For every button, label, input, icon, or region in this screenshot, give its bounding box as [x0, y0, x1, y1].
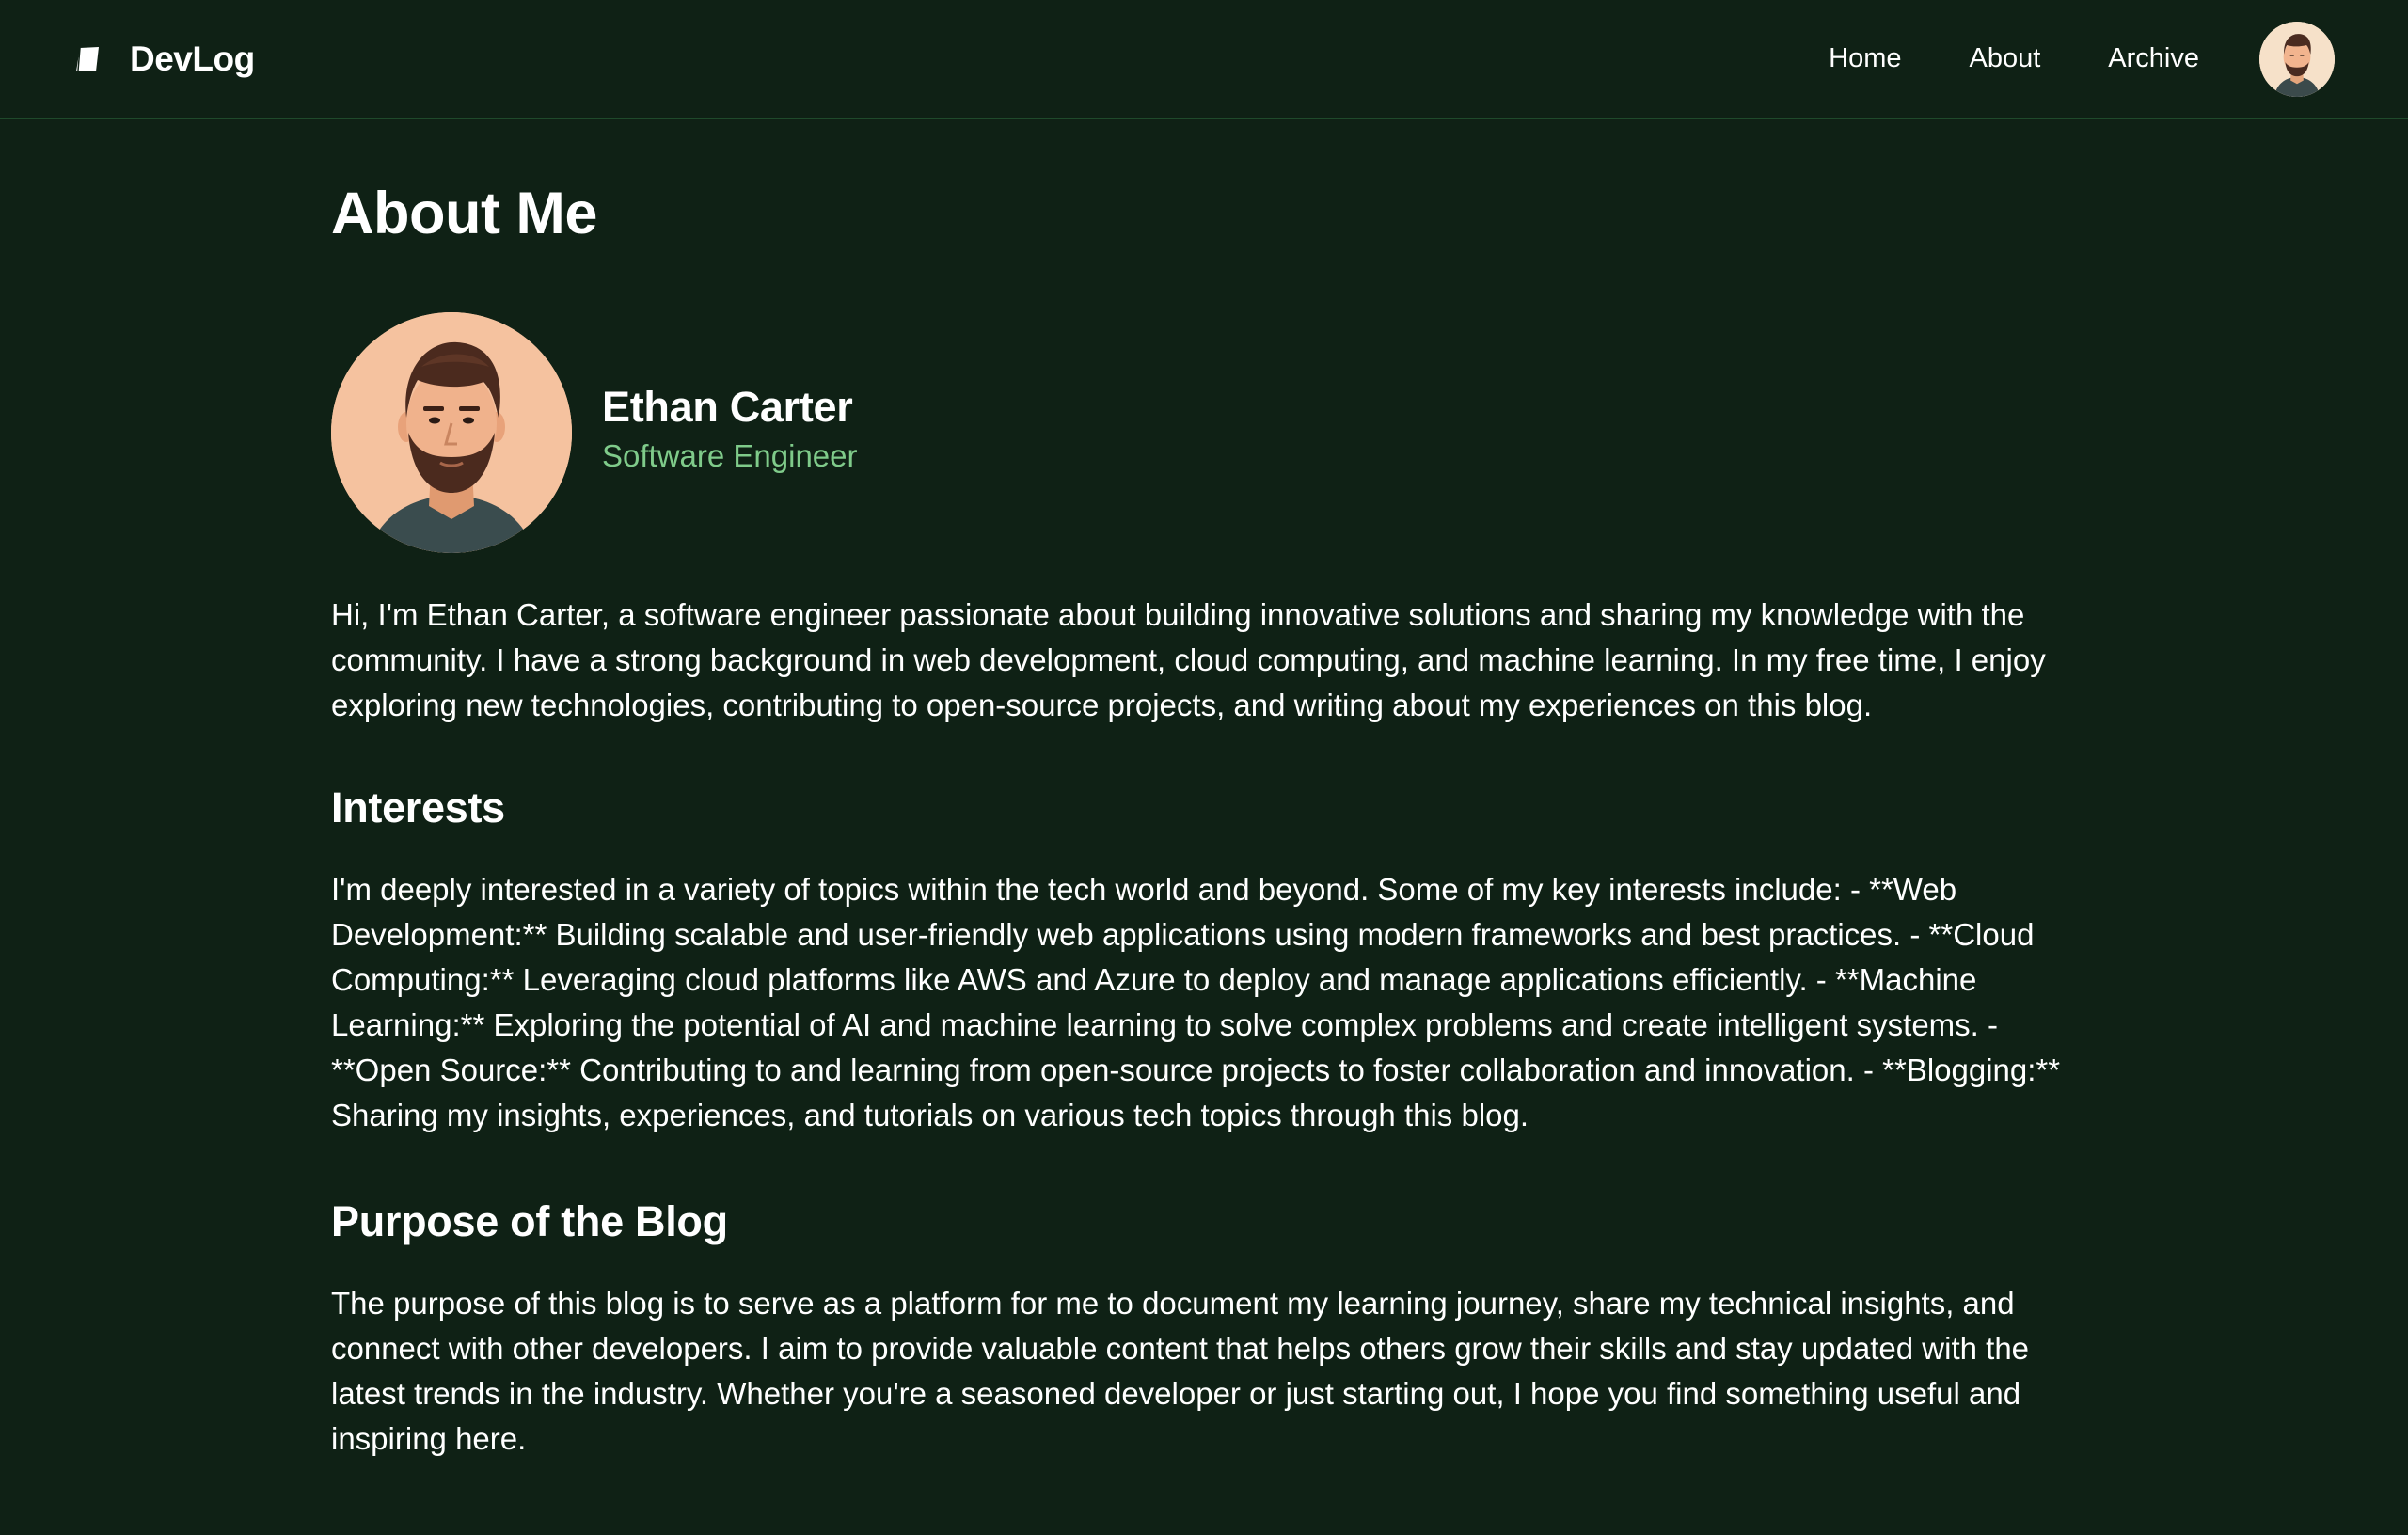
avatar-portrait — [2259, 21, 2335, 97]
about-content: About Me Ethan Carter Software Engineer … — [331, 179, 2090, 1462]
top-navbar: DevLog Home About Archive — [0, 0, 2408, 119]
main-nav: Home About Archive — [1829, 0, 2335, 118]
profile-avatar — [331, 311, 572, 553]
user-avatar[interactable] — [2259, 21, 2335, 97]
brand[interactable]: DevLog — [75, 0, 255, 118]
purpose-paragraph: The purpose of this blog is to serve as … — [331, 1285, 2030, 1456]
nav-link-archive[interactable]: Archive — [2108, 43, 2199, 74]
brand-name: DevLog — [130, 39, 255, 78]
nav-link-about[interactable]: About — [1970, 43, 2041, 74]
profile-role: Software Engineer — [602, 437, 858, 473]
profile-card: Ethan Carter Software Engineer — [331, 311, 2090, 553]
purpose-heading: Purpose of the Blog — [331, 1196, 728, 1245]
nav-link-home[interactable]: Home — [1829, 43, 1901, 74]
interests-heading: Interests — [331, 783, 505, 831]
interests-paragraph: I'm deeply interested in a variety of to… — [331, 871, 2061, 1132]
profile-text: Ethan Carter Software Engineer — [602, 382, 858, 474]
intro-paragraph: Hi, I'm Ethan Carter, a software enginee… — [331, 596, 2046, 722]
book-icon — [76, 46, 99, 71]
page-title: About Me — [331, 181, 597, 246]
profile-name: Ethan Carter — [602, 382, 853, 431]
profile-portrait — [331, 311, 572, 553]
